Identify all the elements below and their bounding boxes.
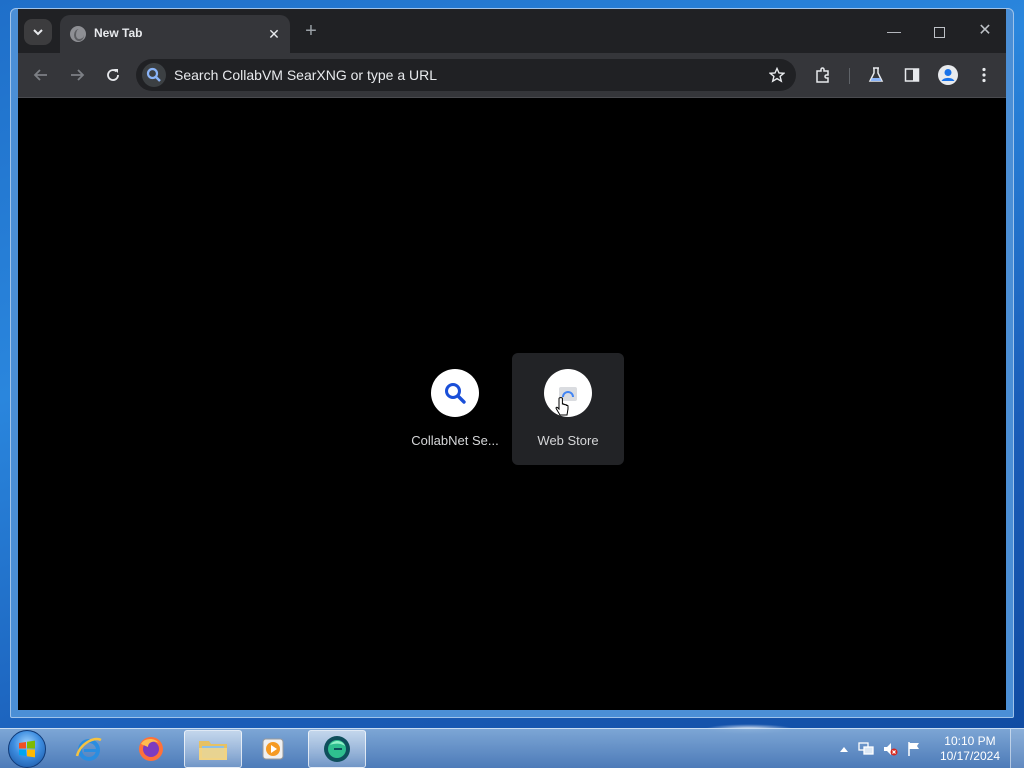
new-tab-button[interactable]: + — [300, 21, 322, 43]
browser-frame: New Tab ✕ + — ✕ Search CollabVM SearXNG … — [18, 9, 1006, 710]
taskbar-windows-explorer[interactable] — [184, 730, 242, 768]
reload-icon — [107, 69, 119, 81]
media-player-icon — [262, 738, 284, 760]
new-tab-page: CollabNet Se... Web Store — [18, 98, 1006, 710]
address-input[interactable] — [174, 59, 734, 91]
search-icon — [431, 369, 479, 417]
menu-button[interactable] — [971, 62, 997, 88]
more-vertical-icon — [982, 67, 986, 83]
tab-search-button[interactable] — [24, 19, 52, 45]
address-bar[interactable] — [136, 59, 796, 91]
hand-cursor-icon — [555, 397, 569, 416]
windows-logo-icon — [19, 740, 35, 758]
show-hidden-icons-button[interactable] — [836, 741, 852, 757]
browser-icon — [324, 736, 350, 762]
star-icon — [769, 67, 785, 83]
labs-button[interactable] — [863, 62, 889, 88]
action-center-flag-icon[interactable] — [906, 741, 922, 757]
puzzle-icon — [816, 67, 829, 83]
reload-button[interactable] — [100, 62, 126, 88]
extensions-button[interactable] — [810, 62, 836, 88]
taskbar: 10:10 PM 10/17/2024 — [0, 728, 1024, 768]
volume-muted-icon[interactable] — [882, 741, 898, 757]
back-button[interactable] — [28, 62, 54, 88]
taskbar-clock[interactable]: 10:10 PM 10/17/2024 — [940, 734, 1000, 764]
maximize-button[interactable] — [924, 19, 954, 43]
taskbar-browser[interactable] — [308, 730, 366, 768]
side-panel-button[interactable] — [899, 62, 925, 88]
tab-title: New Tab — [94, 26, 143, 40]
folder-icon — [199, 741, 227, 760]
taskbar-internet-explorer[interactable] — [60, 730, 118, 768]
globe-icon — [70, 26, 86, 42]
browser-window: New Tab ✕ + — ✕ Search CollabVM SearXNG … — [10, 8, 1014, 718]
taskbar-media-player[interactable] — [244, 730, 302, 768]
forward-button[interactable] — [64, 62, 90, 88]
shortcut-label: Web Store — [537, 433, 599, 448]
maximize-icon — [933, 26, 945, 38]
chevron-up-icon — [840, 747, 848, 752]
shortcut-label: CollabNet Se... — [411, 433, 499, 448]
chevron-down-icon — [33, 29, 43, 36]
bookmark-button[interactable] — [766, 64, 788, 86]
tab-strip: New Tab ✕ + — ✕ — [18, 9, 1006, 53]
show-desktop-button[interactable] — [1010, 729, 1024, 768]
taskbar-firefox[interactable] — [122, 730, 180, 768]
side-panel-icon — [904, 68, 920, 82]
shortcut-tile-collabnet[interactable]: CollabNet Se... — [399, 353, 511, 465]
ie-icon — [75, 737, 102, 761]
search-engine-icon — [142, 63, 166, 87]
arrow-left-icon — [33, 69, 47, 81]
clock-date: 10/17/2024 — [939, 749, 1000, 763]
avatar-icon — [938, 65, 958, 85]
browser-toolbar — [18, 53, 1006, 97]
firefox-icon — [139, 737, 163, 761]
close-window-button[interactable]: ✕ — [970, 19, 1000, 43]
profile-button[interactable] — [935, 62, 961, 88]
toolbar-separator — [849, 68, 850, 84]
start-button[interactable] — [8, 730, 46, 768]
minimize-button[interactable]: — — [879, 19, 909, 43]
arrow-right-icon — [71, 69, 85, 81]
flask-icon — [868, 67, 884, 82]
tab-new-tab[interactable]: New Tab ✕ — [60, 15, 290, 53]
clock-time: 10:10 PM — [944, 734, 996, 748]
tab-close-icon[interactable]: ✕ — [264, 24, 284, 44]
network-icon[interactable] — [858, 741, 874, 757]
